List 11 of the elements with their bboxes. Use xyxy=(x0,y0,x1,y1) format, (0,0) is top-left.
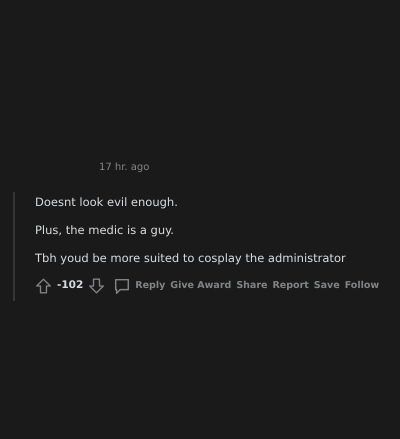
action-button[interactable]: Give Award xyxy=(170,278,232,293)
comment-text: Tbh youd be more suited to cosplay the administrator xyxy=(35,250,347,266)
action-button[interactable]: Follow xyxy=(344,278,380,293)
action-button[interactable]: Reply xyxy=(113,276,166,295)
action-button[interactable]: Save xyxy=(314,278,340,293)
vote-score: -102 xyxy=(57,278,84,293)
timestamp: 17 hr. ago xyxy=(99,161,150,175)
comment-text: Doesnt look evil enough. xyxy=(35,195,179,210)
action-button[interactable]: Share xyxy=(236,278,268,293)
comment-text: Plus, the medic is a guy. xyxy=(35,222,175,238)
action-button[interactable]: Report xyxy=(272,278,309,293)
